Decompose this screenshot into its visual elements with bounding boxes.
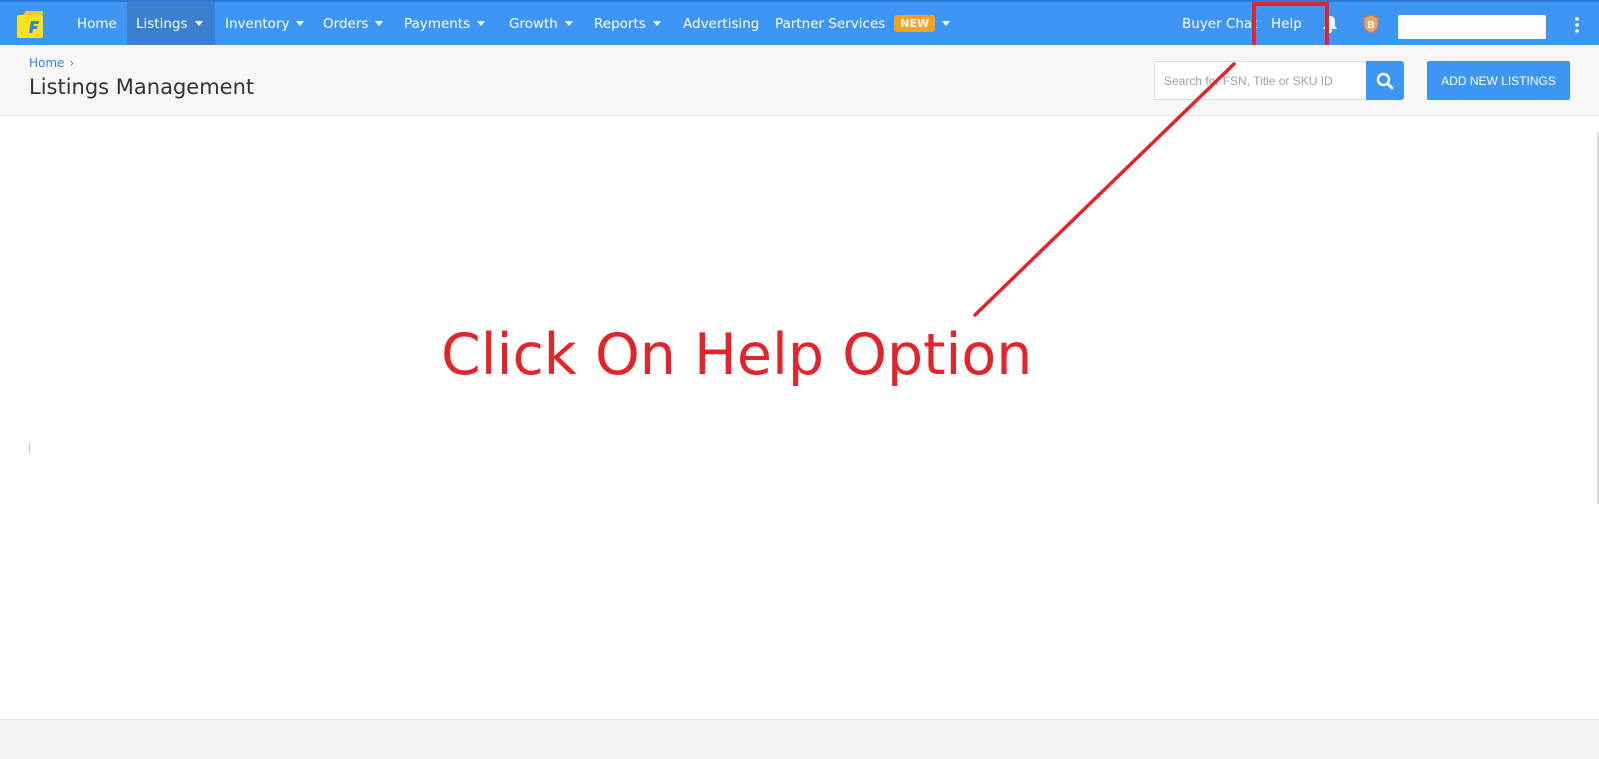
chevron-down-icon	[652, 21, 661, 26]
nav-item-listings[interactable]: Listings	[127, 2, 215, 45]
user-account-menu[interactable]	[1398, 15, 1546, 39]
add-new-listings-button[interactable]: ADD NEW LISTINGS	[1427, 61, 1570, 100]
page: Home Listings Inventory Orders Payments …	[0, 0, 1599, 759]
search-icon	[1376, 72, 1394, 89]
annotation-text: Click On Help Option	[441, 322, 1033, 388]
nav-item-home[interactable]: Home	[68, 2, 126, 45]
chevron-down-icon	[375, 21, 384, 26]
flipkart-logo-icon[interactable]	[17, 11, 49, 39]
chevron-down-icon	[477, 21, 486, 26]
breadcrumb: Home ›	[29, 56, 74, 70]
nav-item-label: Growth	[509, 15, 558, 32]
more-options-icon[interactable]	[1574, 16, 1580, 34]
divider	[29, 442, 30, 454]
chevron-down-icon	[564, 21, 573, 26]
search-button[interactable]	[1366, 61, 1404, 100]
nav-item-growth[interactable]: Growth	[500, 2, 582, 45]
breadcrumb-home-link[interactable]: Home	[29, 56, 64, 70]
nav-item-partner-services[interactable]: Partner Services NEW	[766, 2, 959, 45]
chevron-down-icon	[194, 21, 203, 26]
nav-item-payments[interactable]: Payments	[395, 2, 494, 45]
top-nav-bar: Home Listings Inventory Orders Payments …	[0, 0, 1599, 45]
chevron-down-icon	[296, 21, 305, 26]
nav-item-label: Advertising	[683, 15, 760, 32]
nav-item-orders[interactable]: Orders	[314, 2, 392, 45]
nav-item-inventory[interactable]: Inventory	[216, 2, 313, 45]
seller-tier-badge-icon[interactable]: B	[1362, 14, 1380, 34]
buyer-chat-label: Buyer Chat	[1182, 15, 1258, 32]
search-input[interactable]	[1154, 61, 1367, 100]
nav-item-label: Payments	[404, 15, 471, 32]
chevron-down-icon	[942, 21, 951, 26]
nav-item-label: Orders	[323, 15, 369, 32]
page-title: Listings Management	[29, 75, 255, 99]
main-content	[0, 117, 1599, 719]
nav-item-label: Inventory	[225, 15, 290, 32]
new-badge: NEW	[894, 15, 936, 32]
nav-item-label: Partner Services	[775, 15, 886, 32]
nav-item-reports[interactable]: Reports	[585, 2, 670, 45]
page-header: Home › Listings Management ADD NEW LISTI…	[0, 45, 1599, 116]
badge-letter: B	[1367, 20, 1374, 31]
nav-item-label: Home	[77, 15, 117, 32]
nav-item-advertising[interactable]: Advertising	[674, 2, 768, 45]
nav-item-label: Reports	[594, 15, 646, 32]
footer-bar	[0, 719, 1599, 759]
nav-item-label: Listings	[136, 15, 188, 32]
chevron-right-icon: ›	[69, 56, 75, 70]
